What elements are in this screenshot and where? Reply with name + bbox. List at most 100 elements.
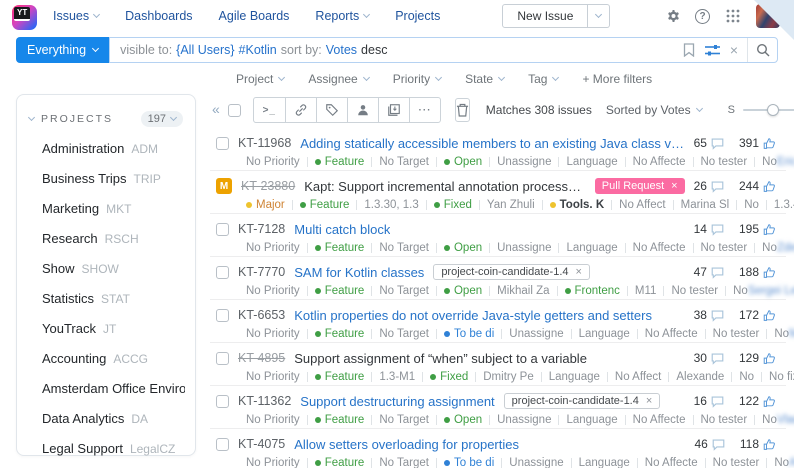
issue-field[interactable]: No tester: [701, 414, 748, 426]
nav-item-reports[interactable]: Reports: [315, 9, 369, 23]
comments-count[interactable]: 14: [694, 222, 724, 236]
issue-field[interactable]: Yan Zhuli: [487, 199, 535, 211]
filter-assignee[interactable]: Assignee: [308, 72, 368, 86]
issue-field[interactable]: No: [733, 285, 748, 297]
issue-field[interactable]: No Affect: [619, 199, 665, 211]
issue-field[interactable]: No Affecte: [633, 414, 686, 426]
comments-count[interactable]: 47: [694, 265, 724, 279]
issue-field[interactable]: No Target: [379, 328, 429, 340]
issue-title[interactable]: Adding statically accessible members to …: [300, 136, 684, 151]
bookmark-icon[interactable]: [683, 43, 695, 57]
issue-field[interactable]: No fix in l: [769, 371, 794, 383]
issue-field[interactable]: No: [744, 199, 759, 211]
move-to-icon[interactable]: [378, 98, 409, 122]
tag-remove-icon[interactable]: ×: [646, 395, 652, 407]
issue-field[interactable]: Feature: [315, 285, 365, 297]
votes-count[interactable]: 244: [739, 179, 776, 193]
issue-field[interactable]: No Target: [379, 414, 429, 426]
issue-checkbox[interactable]: [216, 395, 229, 408]
issue-field[interactable]: Fixed: [434, 199, 472, 211]
issue-field[interactable]: Dmitry Pe: [483, 371, 533, 383]
issue-field[interactable]: No: [739, 371, 754, 383]
youtrack-logo[interactable]: YT: [12, 5, 37, 30]
tag-remove-icon[interactable]: ×: [671, 180, 677, 192]
issue-field[interactable]: No Priority: [246, 285, 300, 297]
more-icon[interactable]: ⋯: [409, 98, 440, 122]
tag-remove-icon[interactable]: ×: [576, 266, 582, 278]
issue-field[interactable]: Fixed: [430, 371, 468, 383]
issue-tag[interactable]: project-coin-candidate-1.4×: [433, 264, 590, 280]
search-input[interactable]: visible to:{All Users}#Kotlinsort by:Vot…: [110, 43, 674, 57]
select-all-checkbox[interactable]: [228, 104, 241, 117]
issue-checkbox[interactable]: [216, 223, 229, 236]
search-button[interactable]: [747, 38, 777, 62]
issue-field[interactable]: Language: [566, 414, 617, 426]
nav-item-agile-boards[interactable]: Agile Boards: [219, 9, 290, 23]
issue-field[interactable]: Unassigne: [497, 242, 551, 254]
issue-field[interactable]: Unassigne: [497, 156, 551, 168]
sidebar-project-item[interactable]: YouTrackJT: [27, 313, 185, 343]
issue-title[interactable]: Allow setters overloading for properties: [294, 437, 519, 452]
issue-field[interactable]: Feature: [315, 414, 365, 426]
issue-field[interactable]: No Affecte: [645, 457, 698, 468]
issue-field[interactable]: Tools. K: [550, 199, 605, 211]
updater-name[interactable]: Maria Arias: [789, 328, 794, 340]
link-icon[interactable]: [285, 98, 316, 122]
issue-field[interactable]: Feature: [300, 199, 350, 211]
votes-count[interactable]: 195: [739, 222, 776, 236]
issue-field[interactable]: Feature: [315, 328, 365, 340]
issue-title[interactable]: Kapt: Support incremental annotation pro…: [304, 179, 586, 194]
sidebar-project-item[interactable]: Business TripsTRIP: [27, 163, 185, 193]
comments-count[interactable]: 46: [695, 437, 725, 451]
nav-item-issues[interactable]: Issues: [53, 9, 99, 23]
issue-field[interactable]: No: [762, 414, 777, 426]
issue-field[interactable]: No Affect: [615, 371, 661, 383]
issue-field[interactable]: 1.3-M1: [379, 371, 415, 383]
updater-name[interactable]: Vladislav Rassokhin: [777, 414, 794, 426]
issue-checkbox[interactable]: [216, 352, 229, 365]
votes-count[interactable]: 188: [739, 265, 776, 279]
assignee-icon[interactable]: [347, 98, 378, 122]
comments-count[interactable]: 30: [694, 351, 724, 365]
issue-field[interactable]: 1.3.30, 1.3: [364, 199, 418, 211]
search-scope-button[interactable]: Everything: [16, 37, 109, 63]
issue-field[interactable]: To be di: [444, 328, 494, 340]
votes-count[interactable]: 129: [739, 351, 776, 365]
filter-state[interactable]: State: [465, 72, 504, 86]
sidebar-project-item[interactable]: Legal SupportLegalCZ: [27, 433, 185, 463]
delete-icon[interactable]: [455, 98, 470, 122]
comments-count[interactable]: 16: [694, 394, 724, 408]
issue-field[interactable]: No Affecte: [633, 242, 686, 254]
issue-field[interactable]: Mikhail Za: [497, 285, 549, 297]
issue-field[interactable]: Unassigne: [509, 328, 563, 340]
issue-field[interactable]: Alexande: [676, 371, 724, 383]
issue-checkbox[interactable]: [216, 266, 229, 279]
comments-count[interactable]: 65: [694, 136, 724, 150]
issue-field[interactable]: Marina Sl: [681, 199, 730, 211]
issue-field[interactable]: No: [774, 328, 789, 340]
issue-field[interactable]: No Priority: [246, 156, 300, 168]
issue-field[interactable]: No Affecte: [645, 328, 698, 340]
issue-checkbox[interactable]: [216, 309, 229, 322]
issue-checkbox[interactable]: [216, 137, 229, 150]
issue-field[interactable]: No: [762, 242, 777, 254]
issue-field[interactable]: No Target: [379, 156, 429, 168]
collapse-icon[interactable]: «: [212, 101, 220, 117]
issue-field[interactable]: Feature: [315, 242, 365, 254]
sort-order-button[interactable]: Sorted by Votes: [606, 103, 702, 117]
assignee-avatar-badge[interactable]: M: [216, 178, 232, 194]
updater-name[interactable]: Amal Samally: [789, 457, 794, 468]
settings-gear-icon[interactable]: [663, 7, 681, 25]
issue-field[interactable]: No tester: [713, 457, 760, 468]
sidebar-projects-header[interactable]: PROJECTS 197: [27, 109, 185, 133]
issue-field[interactable]: Open: [444, 285, 482, 297]
issue-field[interactable]: No Target: [379, 285, 429, 297]
new-issue-button[interactable]: New Issue: [502, 4, 588, 28]
updater-name[interactable]: Eric Tsang: [777, 156, 794, 168]
nav-item-projects[interactable]: Projects: [395, 9, 440, 23]
comments-count[interactable]: 26: [694, 179, 724, 193]
clear-icon[interactable]: ×: [730, 43, 738, 57]
sidebar-project-item[interactable]: AdministrationADM: [27, 133, 185, 163]
issue-field[interactable]: No Priority: [246, 414, 300, 426]
issue-field[interactable]: To be di: [444, 457, 494, 468]
